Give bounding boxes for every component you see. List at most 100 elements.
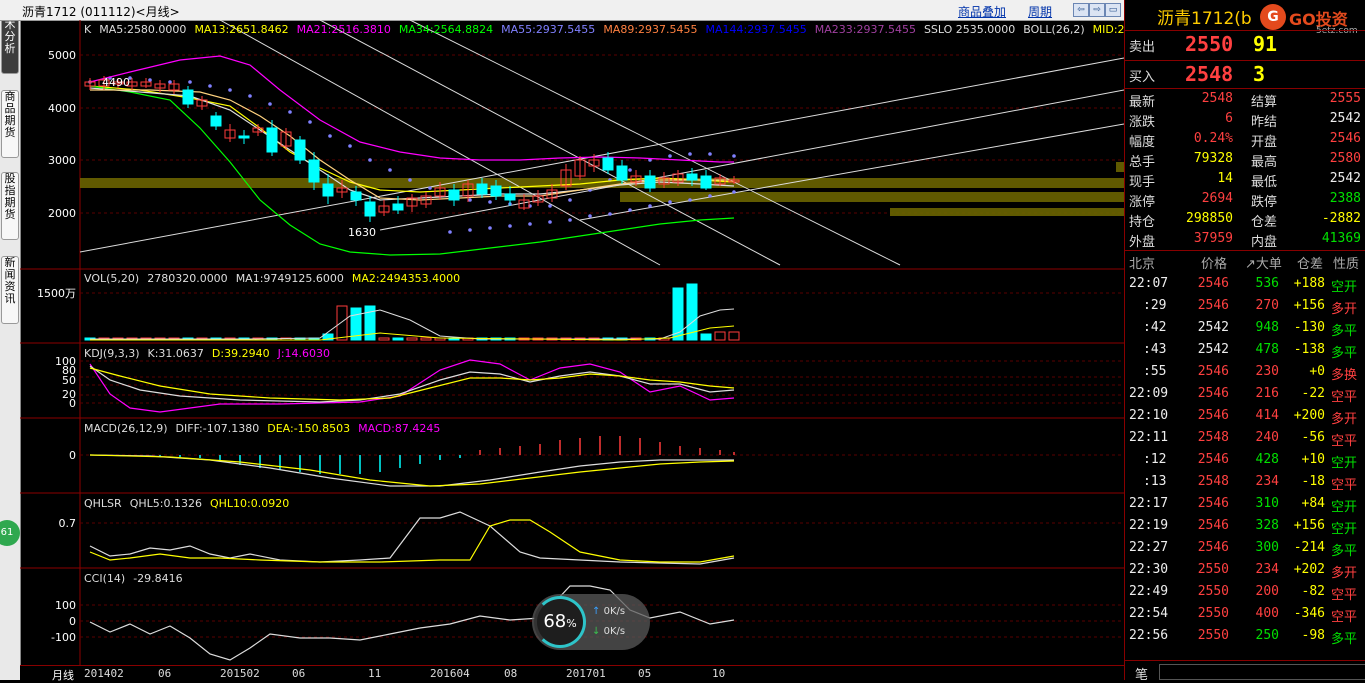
tick-price: 2542 — [1197, 320, 1229, 335]
legend-item: QHL10:0.0920 — [210, 497, 289, 510]
x-tick: 11 — [368, 667, 382, 680]
high-price-label: 4490 — [102, 76, 130, 89]
stat-label: 总手 — [1129, 155, 1156, 170]
tick-volume: 948 — [1255, 320, 1279, 335]
prev-arrow-icon[interactable]: ⇦ — [1073, 3, 1089, 17]
tick-price: 2548 — [1197, 430, 1229, 445]
tick-price: 2546 — [1197, 540, 1229, 555]
vol-y-tick: 1500万 — [37, 287, 76, 300]
tick-time: :55 — [1143, 364, 1167, 379]
next-arrow-icon[interactable]: ⇨ — [1089, 3, 1105, 17]
stat-row: 外盘 37959 内盘 41369 — [1125, 230, 1365, 252]
tick-time: 22:54 — [1129, 606, 1169, 621]
volume-bar — [336, 305, 348, 341]
stat-label: 涨停 — [1129, 195, 1156, 210]
tick-row[interactable]: 22:17 2546 310 +84 空开 — [1125, 494, 1365, 516]
tick-row[interactable]: 22:11 2548 240 -56 空平 — [1125, 428, 1365, 450]
tick-volume: 270 — [1255, 298, 1279, 313]
tick-volume: 300 — [1255, 540, 1279, 555]
tick-row[interactable]: :29 2546 270 +156 多开 — [1125, 296, 1365, 318]
stat-value: 2542 — [1329, 111, 1361, 126]
footer-label: 笔 — [1135, 668, 1149, 683]
leg-qhl-legend: QHLSR QHL5:0.1326 QHL10:0.0920 — [84, 497, 289, 510]
chart-area[interactable]: 4490 1630 K MA5:2580.0000 MA13:2651.8462 — [20, 19, 1146, 665]
tick-row[interactable]: 22:07 2546 536 +188 空开 — [1125, 274, 1365, 296]
tick-nature: 空开 — [1331, 456, 1358, 471]
tick-price: 2550 — [1197, 628, 1229, 643]
leg-macd-legend: MACD(26,12,9) DIFF:-107.1380 DEA:-150.8503… — [84, 422, 440, 435]
volume-bar — [406, 337, 418, 341]
tick-nature: 空开 — [1331, 500, 1358, 515]
tick-row[interactable]: 22:19 2546 328 +156 空开 — [1125, 516, 1365, 538]
tick-row[interactable]: 22:54 2550 400 -346 空平 — [1125, 604, 1365, 626]
tick-row[interactable]: 22:27 2546 300 -214 多平 — [1125, 538, 1365, 560]
legend-item: MA233:2937.5455 — [815, 23, 916, 36]
tick-price: 2546 — [1197, 496, 1229, 511]
stat-label: 仓差 — [1251, 215, 1278, 230]
stat-label: 开盘 — [1251, 135, 1278, 150]
notification-badge[interactable]: 61 — [0, 520, 20, 546]
tick-price: 2550 — [1197, 606, 1229, 621]
tick-row[interactable]: :55 2546 230 +0 多换 — [1125, 362, 1365, 384]
restore-icon[interactable]: ▭ — [1105, 3, 1121, 17]
tick-nature: 多平 — [1331, 544, 1358, 559]
boll-dot — [248, 94, 252, 98]
tick-row[interactable]: 22:49 2550 200 -82 空平 — [1125, 582, 1365, 604]
stat-value: 2546 — [1329, 131, 1361, 146]
candle-body — [448, 189, 460, 201]
legend-item: MA21:2516.3810 — [297, 23, 391, 36]
legend-item: MA5:2580.0000 — [99, 23, 186, 36]
legend-item: 2780320.0000 — [147, 272, 227, 285]
tick-oi-change: -98 — [1301, 628, 1325, 643]
tab-news[interactable]: 新闻资讯 — [1, 256, 19, 324]
candle-body — [210, 115, 222, 127]
boll-dot — [708, 194, 712, 198]
tick-row[interactable]: :43 2542 478 -138 多平 — [1125, 340, 1365, 362]
candle-body — [504, 193, 516, 201]
tick-row[interactable]: :12 2546 428 +10 空开 — [1125, 450, 1365, 472]
tick-row[interactable]: :42 2542 948 -130 多平 — [1125, 318, 1365, 340]
stat-row: 涨停 2694 跌停 2388 — [1125, 190, 1365, 212]
stat-row: 现手 14 最低 2542 — [1125, 170, 1365, 192]
tick-oi-change: -346 — [1293, 606, 1325, 621]
tick-oi-change: +200 — [1293, 408, 1325, 423]
stat-value: 14 — [1217, 171, 1233, 186]
stat-value: 2694 — [1201, 191, 1233, 206]
tick-oi-change: +84 — [1301, 496, 1325, 511]
stat-value: 2388 — [1329, 191, 1361, 206]
download-speed: 0K/s — [603, 626, 626, 637]
tick-row[interactable]: 22:09 2546 216 -22 空平 — [1125, 384, 1365, 406]
tick-oi-change: +10 — [1301, 452, 1325, 467]
boll-dot — [488, 200, 492, 204]
period-link[interactable]: 周期 — [1028, 3, 1052, 20]
tick-volume: 328 — [1255, 518, 1279, 533]
stat-label: 结算 — [1251, 95, 1278, 110]
footer-input[interactable] — [1159, 664, 1365, 680]
tick-row[interactable]: 22:10 2546 414 +200 多开 — [1125, 406, 1365, 428]
tab-index-futures[interactable]: 股指期货 — [1, 172, 19, 240]
legend-item: K:31.0637 — [148, 347, 204, 360]
leg-cci-legend: CCI(14) -29.8416 — [84, 572, 183, 585]
tick-row[interactable]: 22:56 2550 250 -98 多平 — [1125, 626, 1365, 648]
tick-volume: 230 — [1255, 364, 1279, 379]
candle-body — [616, 165, 628, 181]
tick-row[interactable]: :13 2548 234 -18 空平 — [1125, 472, 1365, 494]
tick-header-time: 北京 — [1129, 257, 1156, 272]
tick-row[interactable]: 22:30 2550 234 +202 多开 — [1125, 560, 1365, 582]
tick-nature: 空平 — [1331, 610, 1358, 625]
overlay-commodity-link[interactable]: 商品叠加 — [958, 3, 1006, 20]
stat-row: 最新 2548 结算 2555 — [1125, 90, 1365, 112]
candle-body — [322, 183, 334, 197]
x-axis: 月线 201402 06 201502 06 11 201604 08 2017… — [20, 665, 1124, 682]
leg-kdj-legend: KDJ(9,3,3) K:31.0637 D:39.2940 J:14.6030 — [84, 347, 330, 360]
stat-label: 现手 — [1129, 175, 1156, 190]
tick-volume: 250 — [1255, 628, 1279, 643]
network-speed-widget[interactable]: 68% ↑ 0K/s ↓ 0K/s — [532, 594, 650, 650]
tick-time: 22:07 — [1129, 276, 1169, 291]
tick-oi-change: +0 — [1309, 364, 1325, 379]
tab-commodity-futures[interactable]: 商品期货 — [1, 90, 19, 158]
stat-row: 总手 79328 最高 2580 — [1125, 150, 1365, 172]
tick-nature: 多开 — [1331, 412, 1358, 427]
legend-item: KDJ(9,3,3) — [84, 347, 140, 360]
boll-dot — [668, 154, 672, 158]
